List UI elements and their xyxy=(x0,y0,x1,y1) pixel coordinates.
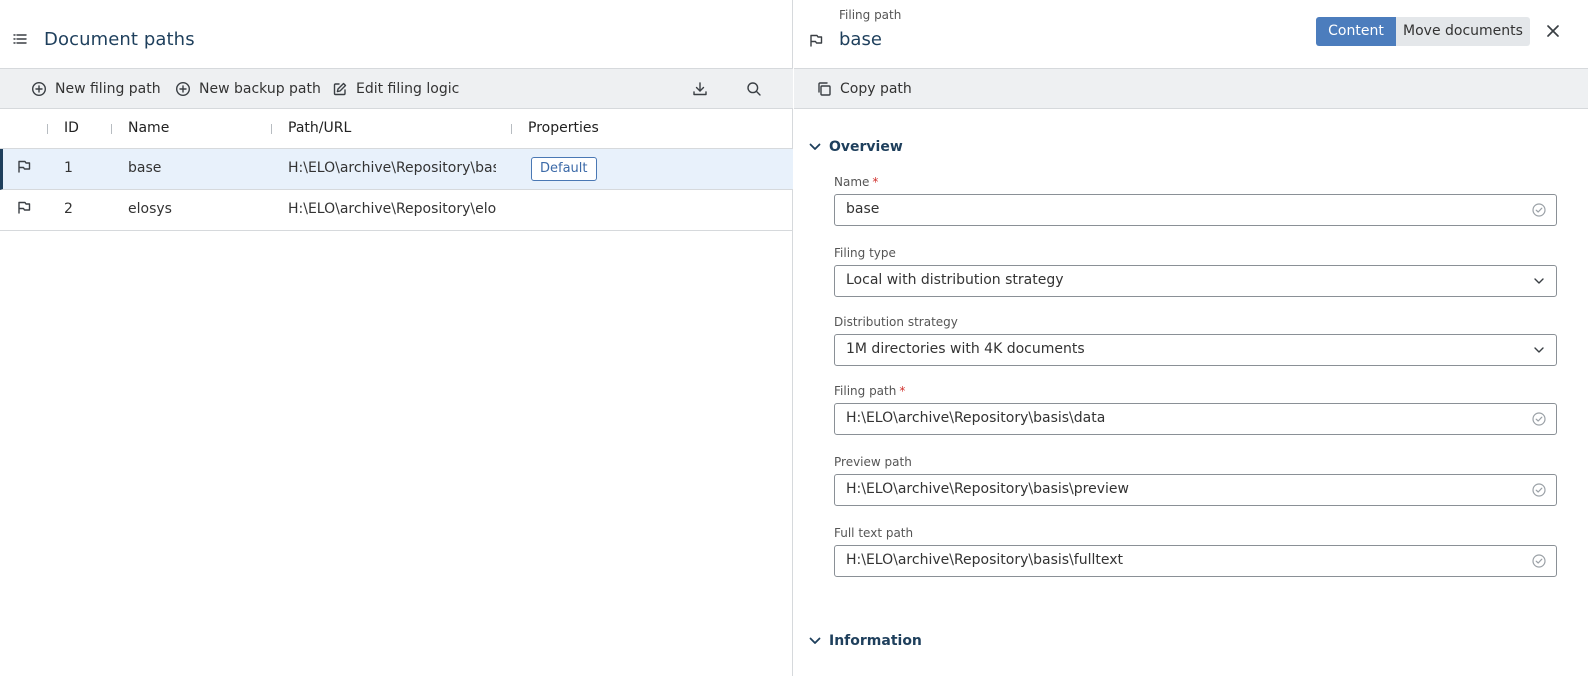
tab-content[interactable]: Content xyxy=(1316,17,1396,46)
cell-path: H:\ELO\archive\Repository\elosys\data xyxy=(288,201,496,217)
search-icon[interactable] xyxy=(745,80,763,98)
name-field-value: base xyxy=(846,201,880,217)
check-circle-icon xyxy=(1532,412,1546,426)
chevron-down-icon xyxy=(1534,277,1544,285)
required-marker: * xyxy=(872,175,879,189)
chevron-down-icon xyxy=(809,637,821,645)
check-circle-icon xyxy=(1532,483,1546,497)
filing-type-value: Local with distribution strategy xyxy=(846,272,1064,288)
cell-id: 2 xyxy=(64,201,73,217)
information-section-toggle[interactable]: Information xyxy=(809,633,922,649)
cell-name: base xyxy=(128,160,162,176)
close-icon[interactable] xyxy=(1546,24,1560,38)
preview-path-field[interactable]: H:\ELO\archive\Repository\basis\preview xyxy=(834,474,1557,506)
column-resize-handle[interactable] xyxy=(47,124,48,134)
required-marker: * xyxy=(899,384,906,398)
filing-path-detail-pane: Filing path base Content Move documents … xyxy=(794,0,1588,676)
full-text-path-value: H:\ELO\archive\Repository\basis\fulltext xyxy=(846,552,1123,568)
name-label-text: Name xyxy=(834,175,870,189)
tab-move-documents[interactable]: Move documents xyxy=(1396,17,1530,46)
edit-filing-logic-label: Edit filing logic xyxy=(356,80,460,97)
table-header: ID Name Path/URL Properties xyxy=(0,109,793,149)
filing-path-field-label: Filing path * xyxy=(834,384,905,398)
download-icon[interactable] xyxy=(691,80,709,98)
filing-path-icon xyxy=(17,159,31,173)
distribution-strategy-field-label: Distribution strategy xyxy=(834,315,958,329)
plus-circle-icon xyxy=(175,81,191,97)
copy-path-label: Copy path xyxy=(840,80,912,97)
filing-type-select[interactable]: Local with distribution strategy xyxy=(834,265,1557,297)
new-backup-path-button[interactable]: New backup path xyxy=(175,69,321,108)
name-field[interactable]: base xyxy=(834,194,1557,226)
column-resize-handle[interactable] xyxy=(271,124,272,134)
cell-id: 1 xyxy=(64,160,73,176)
full-text-path-field-label: Full text path xyxy=(834,526,914,540)
cell-path: H:\ELO\archive\Repository\basis\data xyxy=(288,160,496,176)
copy-path-button[interactable]: Copy path xyxy=(816,69,912,108)
column-header-path[interactable]: Path/URL xyxy=(288,120,351,136)
document-paths-pane: Document paths New filing path New backu… xyxy=(0,0,793,676)
filing-path-icon xyxy=(17,200,31,214)
detail-header: Filing path base Content Move documents xyxy=(794,0,1588,68)
check-circle-icon xyxy=(1532,203,1546,217)
table-row[interactable]: 2 elosys H:\ELO\archive\Repository\elosy… xyxy=(0,190,793,231)
left-toolbar: New filing path New backup path Edit fil… xyxy=(0,68,793,109)
detail-kind-label: Filing path xyxy=(839,8,902,22)
preview-path-field-label: Preview path xyxy=(834,455,912,469)
detail-title: base xyxy=(839,29,882,50)
information-section-title: Information xyxy=(829,633,922,649)
list-menu-icon[interactable] xyxy=(13,33,27,45)
distribution-strategy-select[interactable]: 1M directories with 4K documents xyxy=(834,334,1557,366)
chevron-down-icon xyxy=(1534,346,1544,354)
chevron-down-icon xyxy=(809,143,821,151)
column-header-name[interactable]: Name xyxy=(128,120,169,136)
plus-circle-icon xyxy=(31,81,47,97)
filing-type-field-label: Filing type xyxy=(834,246,896,260)
page-title: Document paths xyxy=(44,29,195,50)
overview-section-title: Overview xyxy=(829,139,903,155)
filing-path-value: H:\ELO\archive\Repository\basis\data xyxy=(846,410,1106,426)
table-row[interactable]: 1 base H:\ELO\archive\Repository\basis\d… xyxy=(0,149,793,190)
new-filing-path-button[interactable]: New filing path xyxy=(31,69,161,108)
column-resize-handle[interactable] xyxy=(511,124,512,134)
new-filing-path-label: New filing path xyxy=(55,80,161,97)
default-badge: Default xyxy=(531,157,597,181)
column-header-properties[interactable]: Properties xyxy=(528,120,599,136)
name-field-label: Name * xyxy=(834,175,878,189)
distribution-strategy-value: 1M directories with 4K documents xyxy=(846,341,1085,357)
filing-path-label-text: Filing path xyxy=(834,384,897,398)
filing-path-icon xyxy=(809,33,823,47)
check-circle-icon xyxy=(1532,554,1546,568)
left-header: Document paths xyxy=(0,0,793,68)
detail-toolbar: Copy path xyxy=(794,68,1588,109)
full-text-path-field[interactable]: H:\ELO\archive\Repository\basis\fulltext xyxy=(834,545,1557,577)
column-resize-handle[interactable] xyxy=(111,124,112,134)
new-backup-path-label: New backup path xyxy=(199,80,321,97)
overview-section-toggle[interactable]: Overview xyxy=(809,139,903,155)
column-header-id[interactable]: ID xyxy=(64,120,79,136)
filing-path-field[interactable]: H:\ELO\archive\Repository\basis\data xyxy=(834,403,1557,435)
edit-icon xyxy=(332,81,348,97)
preview-path-value: H:\ELO\archive\Repository\basis\preview xyxy=(846,481,1129,497)
edit-filing-logic-button[interactable]: Edit filing logic xyxy=(332,69,459,108)
copy-icon xyxy=(816,81,832,97)
cell-name: elosys xyxy=(128,201,172,217)
